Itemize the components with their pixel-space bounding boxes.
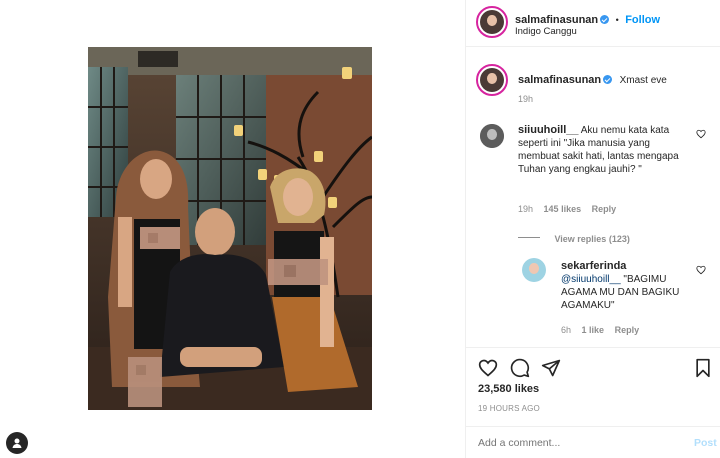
post-actions: 23,580 likes 19 HOURS AGO xyxy=(466,347,720,427)
author-avatar[interactable] xyxy=(476,6,508,38)
divider xyxy=(518,237,540,239)
reply-avatar[interactable] xyxy=(522,258,546,282)
post-photo[interactable] xyxy=(88,47,372,410)
reply-likes[interactable]: 1 like xyxy=(582,325,605,335)
follow-button[interactable]: Follow xyxy=(625,14,660,26)
reply-comment: sekarferinda @siiuuhoill__ "BAGIMU AGAMA… xyxy=(561,260,686,312)
reply-meta: 6h 1 like Reply xyxy=(561,325,639,335)
location-link[interactable]: Indigo Canggu xyxy=(515,26,577,37)
comment-likes[interactable]: 145 likes xyxy=(544,204,582,214)
caption-text: Xmast eve xyxy=(619,75,667,86)
photo-pane xyxy=(0,0,465,458)
profile-icon xyxy=(12,438,22,448)
post-header: salmafinasunan • Follow Indigo Canggu xyxy=(466,0,720,47)
verified-icon xyxy=(600,15,610,24)
caption-time: 19h xyxy=(518,94,534,104)
likes-count[interactable]: 23,580 likes xyxy=(478,383,539,395)
view-replies-label[interactable]: View replies (123) xyxy=(554,234,629,244)
comment-input[interactable] xyxy=(478,435,658,451)
comment-icon[interactable] xyxy=(510,358,530,378)
comment-1: siiuuhoill__ Aku nemu kata kata seperti … xyxy=(518,124,686,176)
caption-avatar[interactable] xyxy=(476,64,508,96)
comment-username[interactable]: siiuuhoill__ xyxy=(518,124,579,136)
commenter-avatar[interactable] xyxy=(480,124,504,148)
bookmark-icon[interactable] xyxy=(694,358,712,378)
comment-1-meta: 19h 145 likes Reply xyxy=(518,204,616,214)
post-side-panel: salmafinasunan • Follow Indigo Canggu sa… xyxy=(465,0,720,458)
profile-tag-icon[interactable] xyxy=(6,432,28,454)
post-date[interactable]: 19 HOURS AGO xyxy=(478,404,540,413)
comment-time: 19h xyxy=(518,204,534,214)
reply-mention[interactable]: @siiuuhoill__ xyxy=(561,274,621,285)
author-username[interactable]: salmafinasunan xyxy=(515,14,598,26)
reply-reply-button[interactable]: Reply xyxy=(615,325,640,335)
header-separator: • xyxy=(615,15,619,25)
caption-username[interactable]: salmafinasunan xyxy=(518,74,601,86)
reply-button[interactable]: Reply xyxy=(592,204,617,214)
heart-icon[interactable] xyxy=(478,358,498,378)
post-photo-image xyxy=(88,47,372,410)
comment-bar: Post xyxy=(466,426,720,458)
caption: salmafinasunan Xmast eve xyxy=(518,70,667,88)
reply-username[interactable]: sekarferinda xyxy=(561,260,626,272)
reply-time: 6h xyxy=(561,325,572,335)
reply-like-icon[interactable] xyxy=(696,265,706,275)
verified-icon xyxy=(603,75,613,84)
post-comment-button[interactable]: Post xyxy=(694,437,717,449)
comment-like-icon[interactable] xyxy=(696,129,706,139)
view-replies[interactable]: View replies (123) xyxy=(518,229,630,247)
share-icon[interactable] xyxy=(541,358,561,378)
